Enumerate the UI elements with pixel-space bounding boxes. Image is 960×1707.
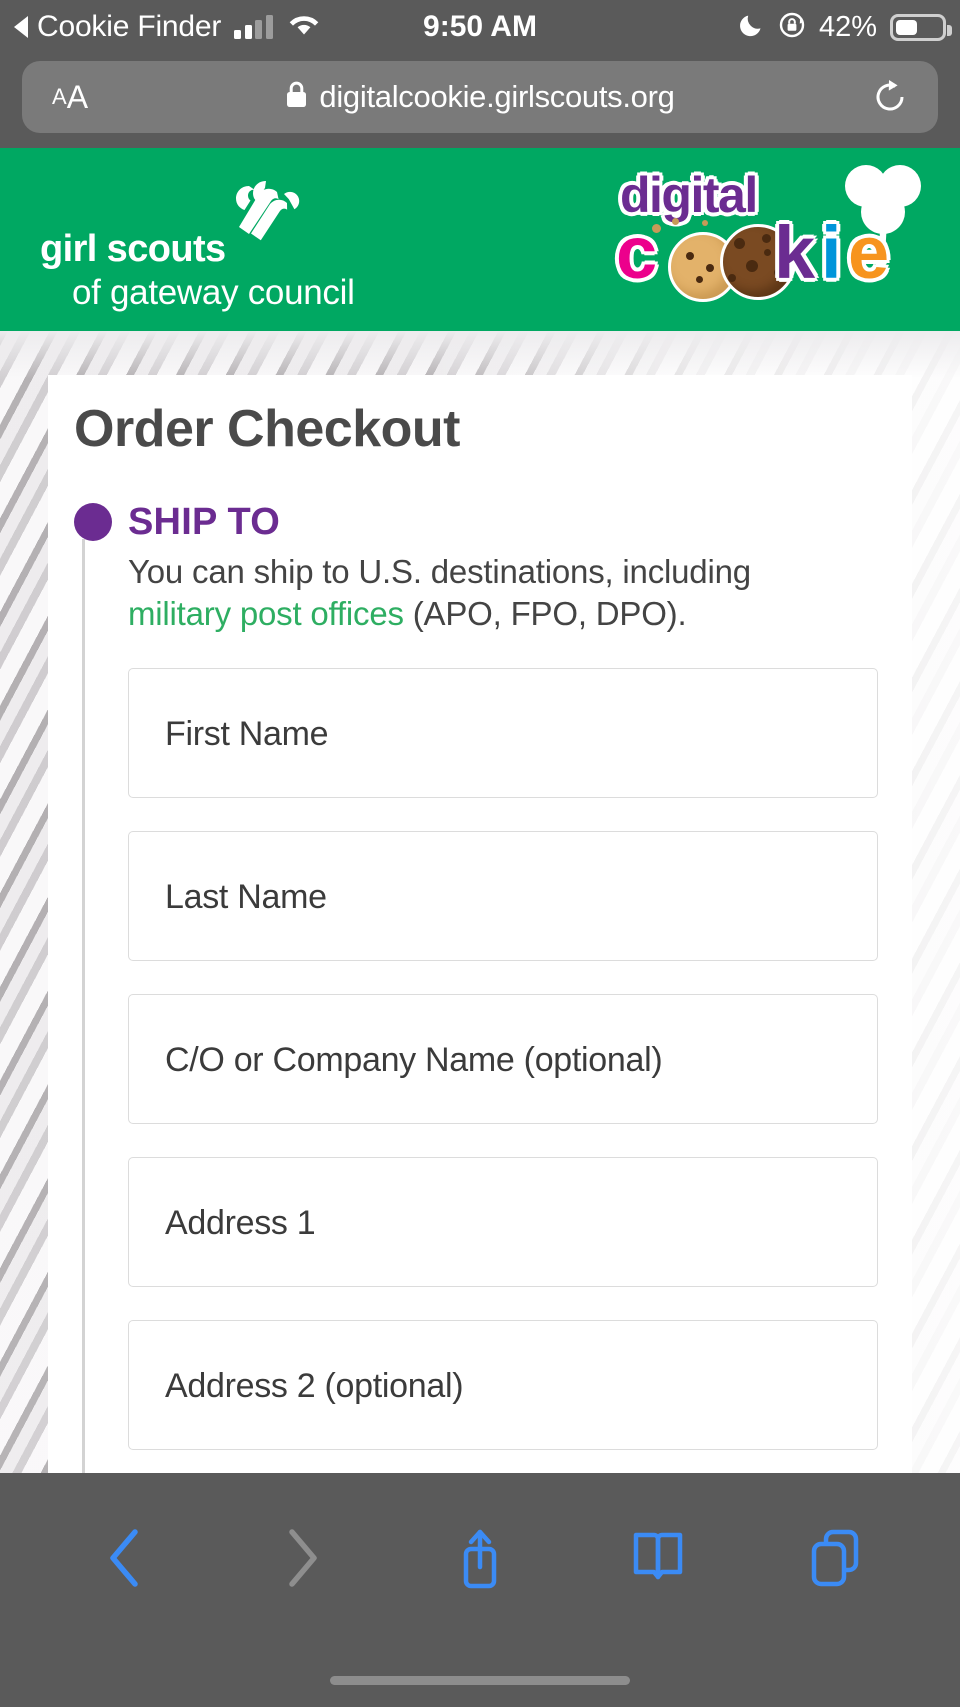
checkout-content-card: Order Checkout SHIP TO You can ship to U… [48, 375, 912, 1473]
lock-icon [285, 80, 308, 114]
description-text-after: (APO, FPO, DPO). [403, 594, 687, 632]
council-logo-line2: of gateway council [72, 273, 355, 312]
step-bullet-icon [74, 503, 112, 541]
rotation-lock-icon [778, 11, 806, 44]
moon-icon [738, 11, 765, 43]
description-text-before: You can ship to U.S. destinations, inclu… [128, 553, 751, 590]
battery-percent-label: 42% [818, 10, 877, 43]
logo-letter-e: e [848, 211, 890, 294]
last-name-field[interactable]: Last Name [128, 831, 878, 961]
url-text: digitalcookie.girlscouts.org [319, 79, 675, 114]
logo-letter-i: i [821, 211, 842, 294]
book-icon[interactable] [603, 1503, 713, 1613]
home-indicator [330, 1676, 630, 1685]
reload-icon[interactable] [872, 61, 910, 133]
ship-to-heading: SHIP TO [128, 501, 281, 543]
site-brand-header: girl scouts of gateway council digital c [0, 148, 960, 331]
safari-bottom-toolbar [0, 1473, 960, 1707]
url-display[interactable]: digitalcookie.girlscouts.org [22, 61, 938, 133]
step-connector-line [82, 539, 85, 1473]
page-title: Order Checkout [74, 400, 460, 458]
ios-status-bar: Cookie Finder 9:50 AM 42% [0, 0, 960, 54]
council-logo-line1: girl scouts [40, 228, 226, 270]
company-name-placeholder: C/O or Company Name (optional) [165, 1040, 663, 1079]
ship-to-description: You can ship to U.S. destinations, inclu… [128, 551, 828, 635]
share-icon[interactable] [425, 1503, 535, 1613]
first-name-placeholder: First Name [165, 714, 329, 753]
address-2-placeholder: Address 2 (optional) [165, 1366, 464, 1405]
logo-letter-k: k [774, 211, 816, 294]
tabs-icon[interactable] [780, 1503, 890, 1613]
chevron-left-icon[interactable] [70, 1503, 180, 1613]
address-2-field[interactable]: Address 2 (optional) [128, 1320, 878, 1450]
digital-cookie-logo[interactable]: digital c k i e [616, 165, 921, 311]
company-name-field[interactable]: C/O or Company Name (optional) [128, 994, 878, 1124]
address-1-field[interactable]: Address 1 [128, 1157, 878, 1287]
last-name-placeholder: Last Name [165, 877, 327, 916]
safari-url-bar-area: AA digitalcookie.girlscouts.org [0, 54, 960, 142]
logo-letter-c: c [616, 211, 658, 294]
address-bar[interactable]: AA digitalcookie.girlscouts.org [22, 61, 938, 133]
shipping-address-form: First Name Last Name C/O or Company Name… [128, 668, 878, 1473]
chevron-right-icon [247, 1503, 357, 1613]
status-bar-right: 42% [738, 0, 952, 54]
battery-icon [890, 13, 952, 41]
girl-scouts-council-logo[interactable]: girl scouts of gateway council [40, 170, 400, 312]
address-1-placeholder: Address 1 [165, 1203, 316, 1242]
first-name-field[interactable]: First Name [128, 668, 878, 798]
military-post-offices-link[interactable]: military post offices [128, 595, 404, 632]
safari-browser-window: Cookie Finder 9:50 AM 42% A A digitalcoo… [0, 0, 960, 1707]
